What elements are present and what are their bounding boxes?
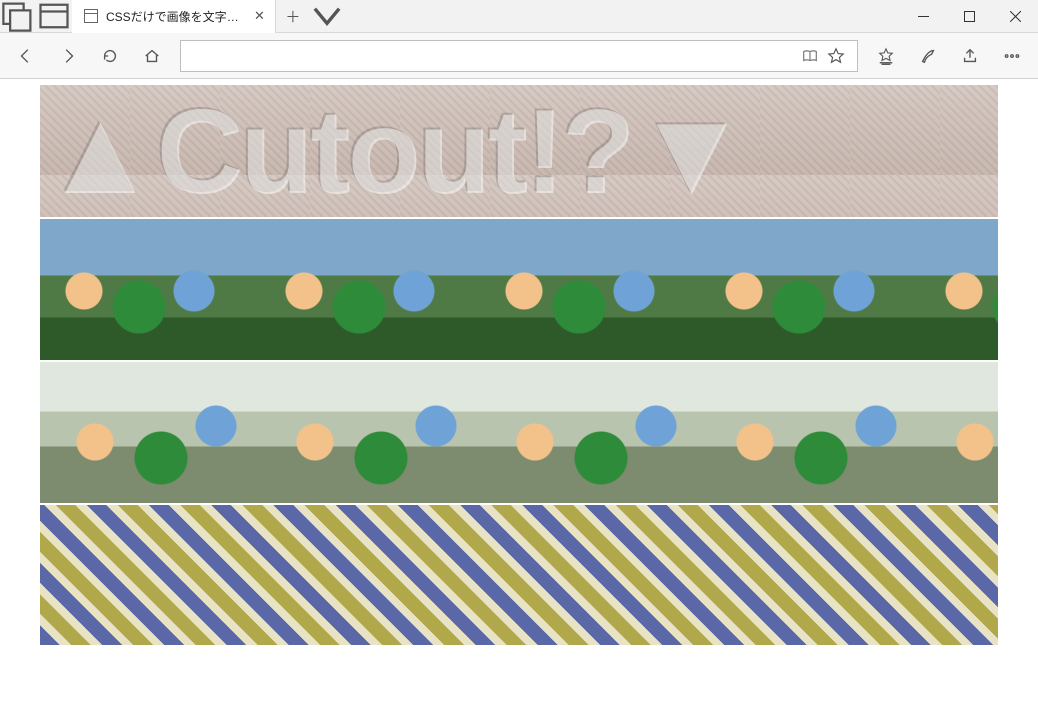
address-input[interactable]	[189, 48, 797, 63]
new-tab-button[interactable]: ＋	[276, 0, 310, 33]
toolbar	[0, 33, 1038, 79]
page-content: ▲Cutout!?▼ ★画像の切抜♪ ◆画像の切抜♪ ◆画像の切抜♪	[0, 79, 1038, 714]
address-bar[interactable]	[180, 40, 858, 72]
tabs-aside-icon[interactable]	[0, 0, 36, 33]
share-button[interactable]	[950, 36, 990, 76]
favorite-star-icon[interactable]	[823, 43, 849, 69]
favorites-list-button[interactable]	[866, 36, 906, 76]
show-tabs-icon[interactable]	[36, 0, 72, 33]
page-favicon-icon	[84, 9, 98, 23]
home-button[interactable]	[132, 36, 172, 76]
forward-button[interactable]	[48, 36, 88, 76]
more-button[interactable]	[992, 36, 1032, 76]
window-maximize-button[interactable]	[946, 0, 992, 33]
close-tab-icon[interactable]: ✕	[254, 8, 265, 24]
browser-tab[interactable]: CSSだけで画像を文字の形 ✕	[72, 0, 276, 33]
cutout-line-2: ★画像の切抜♪	[40, 219, 998, 360]
cutout-line-4: ◆画像の切抜♪	[40, 505, 998, 646]
reading-view-icon[interactable]	[797, 43, 823, 69]
notes-button[interactable]	[908, 36, 948, 76]
titlebar: CSSだけで画像を文字の形 ✕ ＋	[0, 0, 1038, 33]
cutout-line-1: ▲Cutout!?▼	[40, 85, 998, 217]
cutout-line-3: ◆画像の切抜♪	[40, 362, 998, 503]
tab-overflow-button[interactable]	[310, 0, 344, 33]
tab-title: CSSだけで画像を文字の形	[106, 8, 246, 25]
refresh-button[interactable]	[90, 36, 130, 76]
window-minimize-button[interactable]	[900, 0, 946, 33]
window-close-button[interactable]	[992, 0, 1038, 33]
back-button[interactable]	[6, 36, 46, 76]
